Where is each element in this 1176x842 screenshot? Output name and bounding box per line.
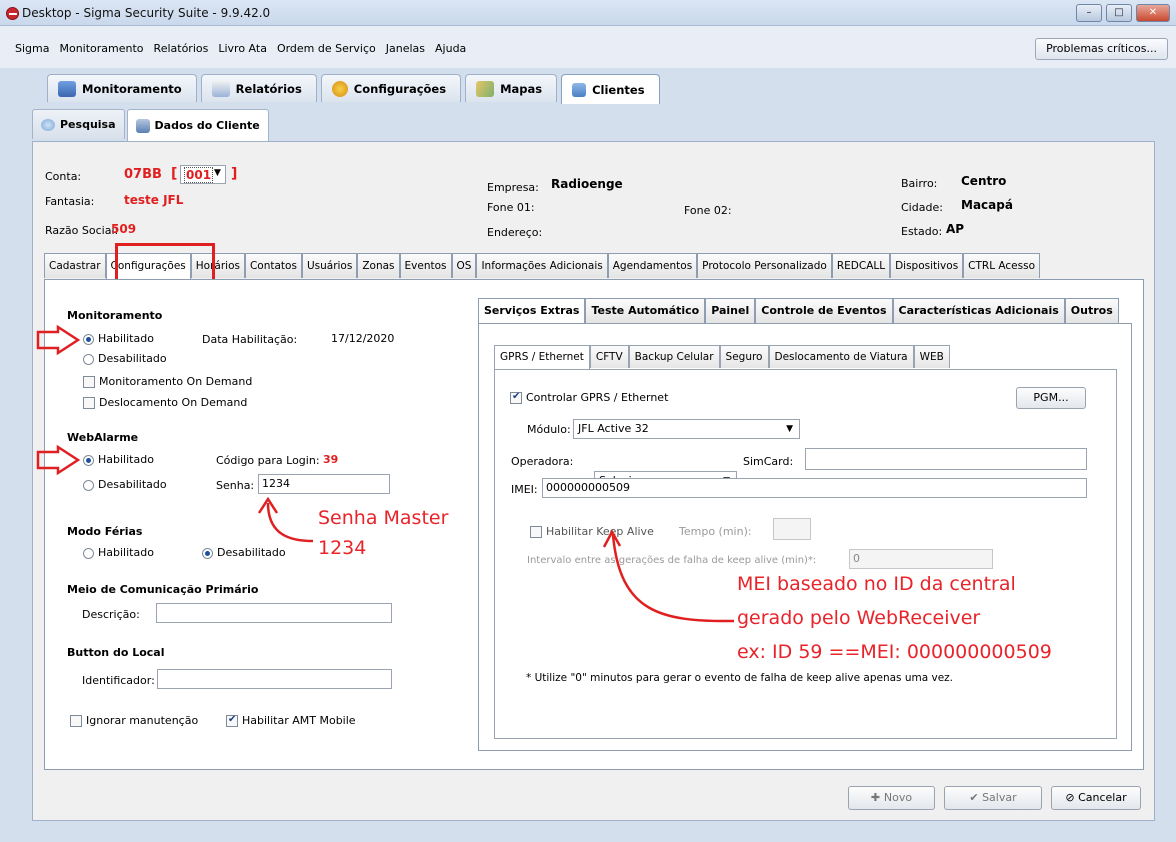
annotation-mei-line1: MEI baseado no ID da central [737,573,1016,595]
arrow-webalarme-icon [36,444,81,476]
annotation-senha-value: 1234 [318,537,367,559]
annotation-mei-line3: ex: ID 59 ==MEI: 000000000509 [737,641,1052,663]
arrow-monitoramento-icon [36,324,81,356]
arrow-imei-head-icon [602,529,622,548]
annotation-mei-line2: gerado pelo WebReceiver [737,607,981,629]
arrow-imei-icon [611,534,735,623]
annotation-senha-master: Senha Master [318,507,449,529]
annotation-overlay [36,324,735,623]
